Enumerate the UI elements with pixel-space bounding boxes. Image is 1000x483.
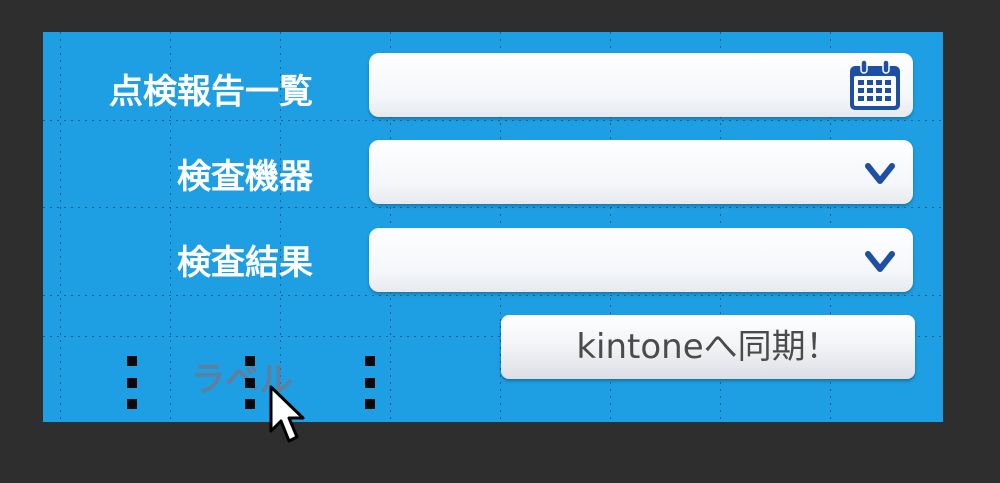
form-design-canvas[interactable]: 点検報告一覧 検査機器 検査結果 kintoneへ同期！ ラベル (43, 32, 943, 422)
resize-handle[interactable] (365, 356, 375, 366)
resize-handle[interactable] (127, 378, 137, 388)
field-label-inspection-report-list: 点検報告一覧 (109, 72, 313, 112)
resize-handle[interactable] (365, 399, 375, 409)
calendar-icon[interactable] (847, 59, 903, 113)
chevron-down-icon[interactable] (863, 158, 897, 188)
inspection-equipment-select[interactable] (369, 140, 913, 204)
resize-handle[interactable] (245, 399, 255, 409)
mouse-pointer-icon (269, 385, 305, 443)
field-label-inspection-equipment: 検査機器 (177, 157, 313, 197)
resize-handle[interactable] (245, 378, 255, 388)
chevron-down-icon[interactable] (863, 246, 897, 276)
field-label-inspection-result: 検査結果 (177, 243, 313, 283)
resize-handle[interactable] (127, 356, 137, 366)
resize-handle[interactable] (365, 378, 375, 388)
date-field[interactable] (369, 53, 913, 117)
sync-to-kintone-button[interactable]: kintoneへ同期！ (501, 315, 915, 379)
inspection-result-select[interactable] (369, 228, 913, 292)
resize-handle[interactable] (245, 356, 255, 366)
resize-handle[interactable] (127, 399, 137, 409)
